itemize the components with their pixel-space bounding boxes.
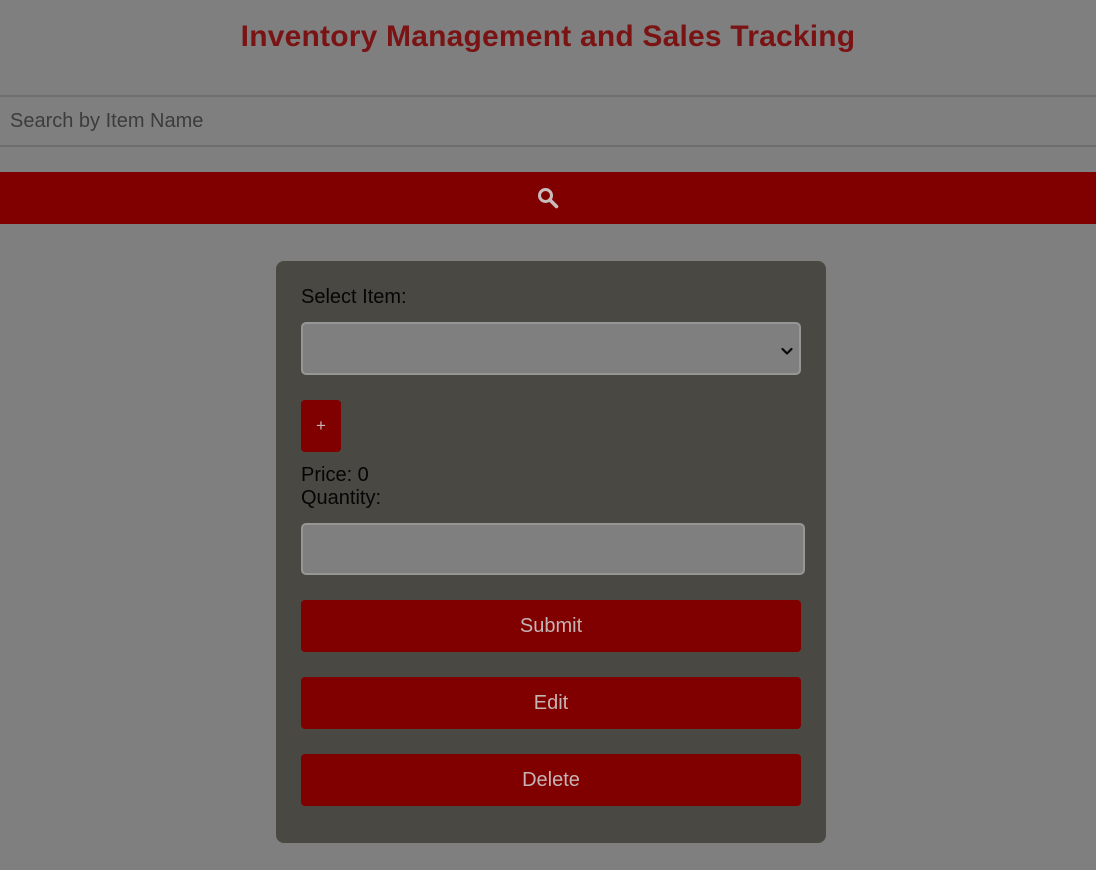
price-label: Price: 0 [301, 464, 369, 486]
select-item-label: Select Item: [301, 286, 407, 308]
item-select[interactable] [301, 322, 801, 375]
edit-button[interactable]: Edit [301, 677, 801, 729]
chevron-down-icon [781, 343, 793, 361]
quantity-input[interactable] [301, 523, 805, 575]
submit-button[interactable]: Submit [301, 600, 801, 652]
quantity-label: Quantity: [301, 487, 382, 509]
add-item-button[interactable]: + [301, 400, 341, 452]
search-button[interactable] [0, 172, 1096, 224]
page-title: Inventory Management and Sales Tracking [240, 20, 856, 53]
item-form-panel: Select Item: + Price: 0 Quantity: Submit… [276, 261, 826, 843]
search-icon [537, 187, 559, 209]
delete-button[interactable]: Delete [301, 754, 801, 806]
search-input[interactable] [0, 95, 1096, 147]
